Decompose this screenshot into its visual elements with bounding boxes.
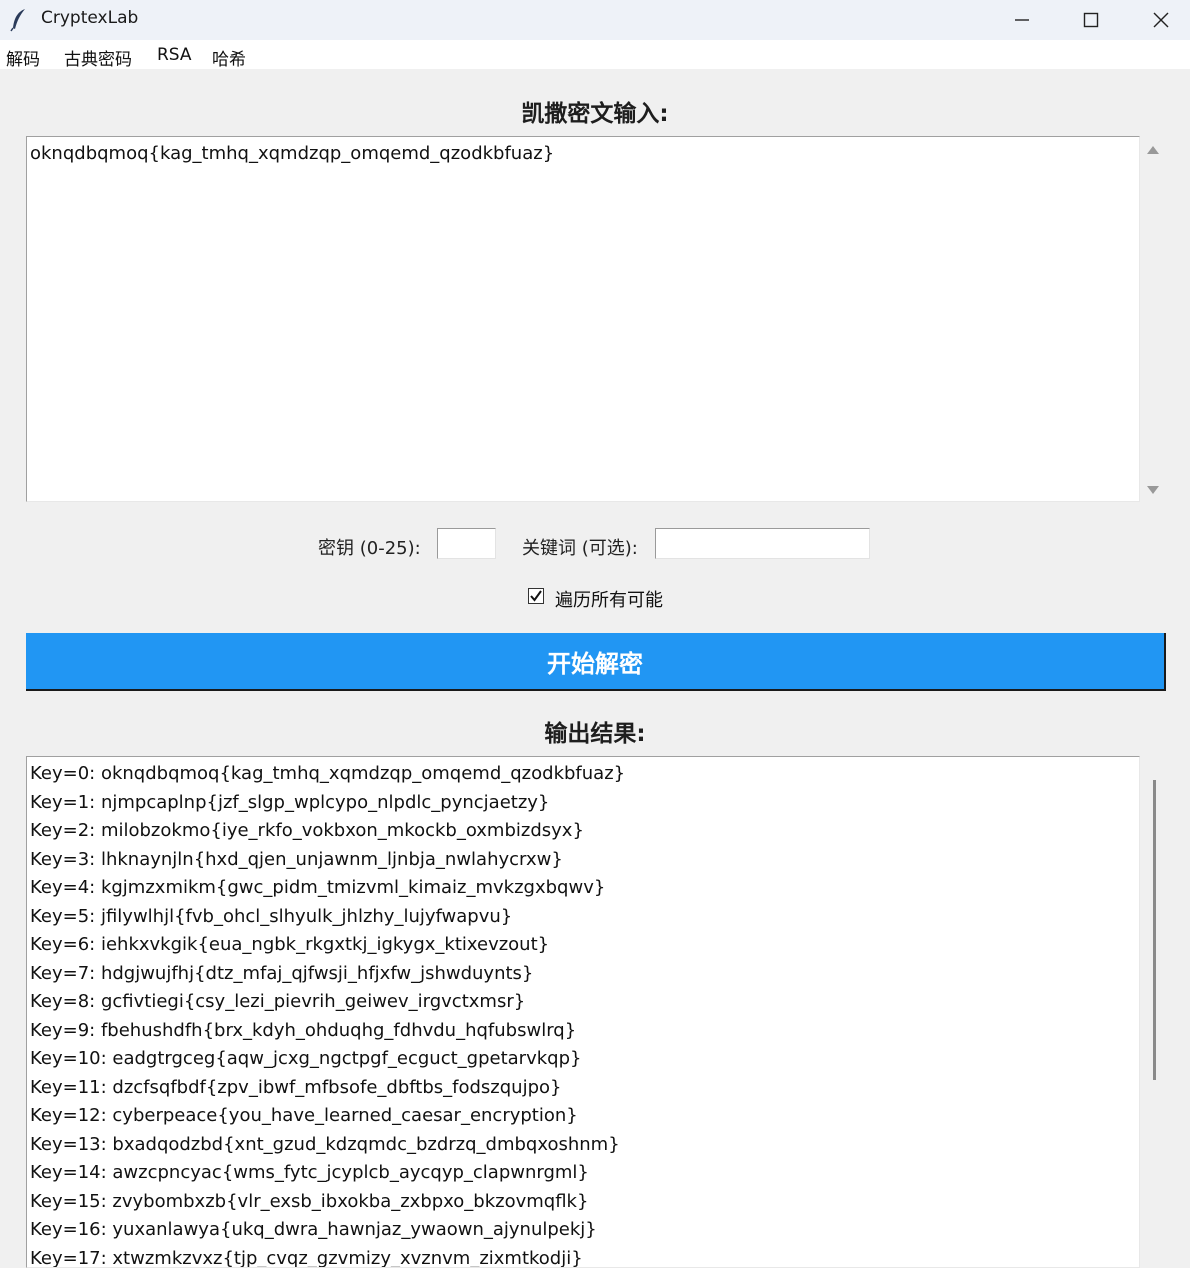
checkmark-icon <box>529 589 543 603</box>
minimize-button[interactable] <box>994 0 1050 40</box>
title-bar: CryptexLab <box>0 0 1190 40</box>
output-section-title: 输出结果: <box>0 714 1190 748</box>
keyword-input[interactable] <box>655 528 870 559</box>
input-section-title: 凯撒密文输入: <box>0 94 1190 128</box>
input-scrollbar[interactable] <box>1140 136 1168 502</box>
output-line: Key=6: iehkxvkgik{eua_ngbk_rkgxtkj_igkyg… <box>30 934 549 955</box>
output-line: Key=4: kgjmzxmikm{gwc_pidm_tmizvml_kimai… <box>30 877 605 898</box>
decrypt-button-label: 开始解密 <box>547 644 643 679</box>
output-line: Key=3: lhknaynjln{hxd_qjen_unjawnm_ljnbj… <box>30 849 563 870</box>
output-line: Key=16: yuxanlawya{ukq_dwra_hawnjaz_ywao… <box>30 1219 597 1240</box>
output-line: Key=17: xtwzmkzvxz{tjp_cvqz_gzvmizy_xvzn… <box>30 1248 583 1268</box>
keyword-label: 关键词 (可选): <box>522 534 638 560</box>
menu-classical-cipher[interactable]: 古典密码 <box>64 45 132 70</box>
output-line: Key=10: eadgtrgceg{aqw_jcxg_ngctpgf_ecgu… <box>30 1048 581 1069</box>
output-line: Key=7: hdgjwujfhj{dtz_mfaj_qjfwsji_hfjxf… <box>30 963 533 984</box>
scroll-down-icon[interactable] <box>1147 486 1159 494</box>
menu-rsa[interactable]: RSA <box>157 45 192 65</box>
menu-decode[interactable]: 解码 <box>6 45 40 70</box>
key-input[interactable] <box>437 528 496 559</box>
maximize-button[interactable] <box>1063 0 1119 40</box>
brute-force-label[interactable]: 遍历所有可能 <box>555 586 663 612</box>
decrypt-button[interactable]: 开始解密 <box>26 633 1166 691</box>
menu-hash[interactable]: 哈希 <box>212 45 246 70</box>
window-title: CryptexLab <box>41 8 138 28</box>
output-textbox[interactable]: Key=0: oknqdbqmoq{kag_tmhq_xqmdzqp_omqem… <box>26 756 1140 1268</box>
feather-icon <box>10 8 28 32</box>
output-line: Key=2: milobzokmo{iye_rkfo_vokbxon_mkock… <box>30 820 584 841</box>
output-line: Key=14: awzcpncyac{wms_fytc_jcyplcb_aycq… <box>30 1162 589 1183</box>
output-line: Key=1: njmpcaplnp{jzf_slgp_wplcypo_nlpdl… <box>30 792 549 813</box>
output-line: Key=8: gcfivtiegi{csy_lezi_pievrih_geiwe… <box>30 991 525 1012</box>
output-line: Key=0: oknqdbqmoq{kag_tmhq_xqmdzqp_omqem… <box>30 763 625 784</box>
ciphertext-value: oknqdbqmoq{kag_tmhq_xqmdzqp_omqemd_qzodk… <box>30 143 554 164</box>
output-scroll-thumb[interactable] <box>1153 780 1156 1080</box>
output-line: Key=13: bxadqodzbd{xnt_gzud_kdzqmdc_bzdr… <box>30 1134 620 1155</box>
scroll-up-icon[interactable] <box>1147 146 1159 154</box>
close-button[interactable] <box>1133 0 1189 40</box>
key-label: 密钥 (0-25): <box>318 534 421 560</box>
output-line: Key=12: cyberpeace{you_have_learned_caes… <box>30 1105 578 1126</box>
output-line: Key=11: dzcfsqfbdf{zpv_ibwf_mfbsofe_dbft… <box>30 1077 561 1098</box>
brute-force-checkbox[interactable] <box>528 588 544 604</box>
output-line: Key=15: zvybombxzb{vlr_exsb_ibxokba_zxbp… <box>30 1191 588 1212</box>
ciphertext-input[interactable]: oknqdbqmoq{kag_tmhq_xqmdzqp_omqemd_qzodk… <box>26 136 1140 502</box>
output-line: Key=5: jfilywlhjl{fvb_ohcl_slhyulk_jhlzh… <box>30 906 512 927</box>
output-line: Key=9: fbehushdfh{brx_kdyh_ohduqhg_fdhvd… <box>30 1020 576 1041</box>
